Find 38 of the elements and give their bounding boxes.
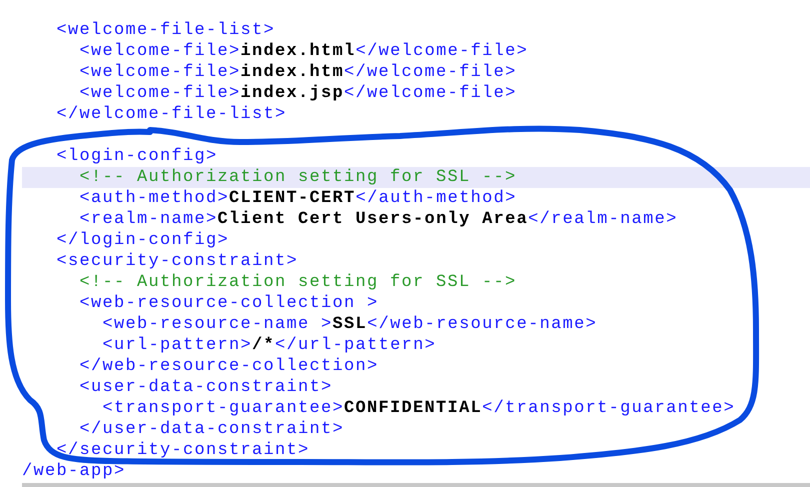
xml-tag: <security-constraint> xyxy=(56,251,298,272)
xml-tag: </auth-method> xyxy=(356,188,517,209)
element-value: CLIENT-CERT xyxy=(229,188,356,209)
xml-tag: </login-config> xyxy=(56,230,230,251)
xml-tag: <realm-name> xyxy=(80,209,218,230)
xml-tag: <auth-method> xyxy=(80,188,230,209)
xml-tag: <web-resource-collection > xyxy=(80,293,379,314)
element-value: SSL xyxy=(332,314,368,335)
xml-tag: </web-resource-collection> xyxy=(80,356,379,377)
xml-tag: <welcome-file-list> xyxy=(56,20,276,41)
xml-tag: </welcome-file> xyxy=(344,62,517,83)
xml-tag: <web-resource-name > xyxy=(102,314,333,335)
xml-tag: <welcome-file> xyxy=(80,62,241,83)
xml-tag: <url-pattern> xyxy=(102,335,252,356)
xml-tag: </welcome-file-list> xyxy=(56,104,287,125)
xml-tag: <login-config> xyxy=(56,146,218,167)
xml-tag: <welcome-file> xyxy=(80,83,241,104)
xml-tag: </security-constraint> xyxy=(56,440,310,461)
element-value: index.html xyxy=(240,41,356,62)
xml-tag: <transport-guarantee> xyxy=(102,398,344,419)
xml-comment: <!-- Authorization setting for SSL --> xyxy=(80,272,517,293)
element-value: Client Cert Users-only Area xyxy=(218,209,528,230)
xml-tag: /web-app> xyxy=(22,461,126,482)
xml-tag: </url-pattern> xyxy=(275,335,436,356)
xml-tag: </user-data-constraint> xyxy=(80,419,344,440)
xml-tag: <user-data-constraint> xyxy=(80,377,333,398)
xml-tag: </realm-name> xyxy=(528,209,678,230)
element-value: CONFIDENTIAL xyxy=(344,398,482,419)
xml-tag: </web-resource-name> xyxy=(367,314,598,335)
xml-tag: <welcome-file> xyxy=(80,41,241,62)
xml-tag: </welcome-file> xyxy=(344,83,517,104)
element-value: /* xyxy=(252,335,276,356)
xml-comment: <!-- Authorization setting for SSL --> xyxy=(80,167,517,188)
horizontal-scrollbar[interactable] xyxy=(22,483,810,487)
element-value: index.htm xyxy=(240,62,344,83)
xml-tag: </transport-guarantee> xyxy=(482,398,736,419)
xml-tag: </welcome-file> xyxy=(356,41,528,62)
element-value: index.jsp xyxy=(240,83,344,104)
